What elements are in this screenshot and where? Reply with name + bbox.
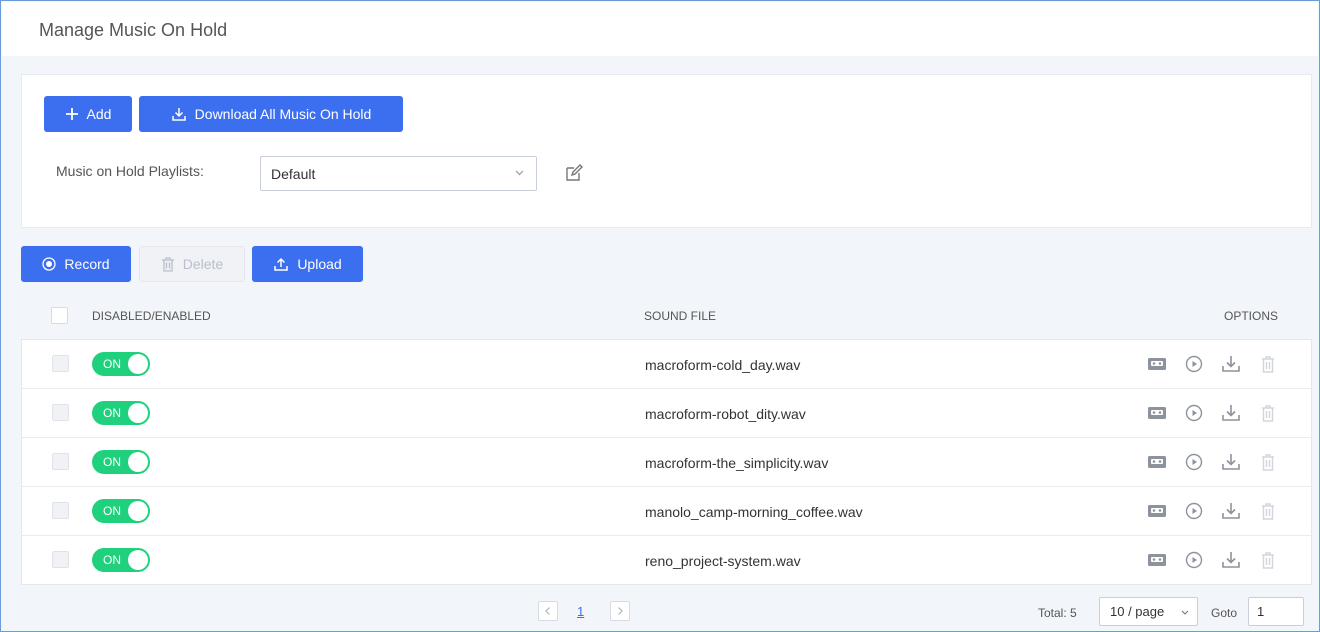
table-header: DISABLED/ENABLED SOUND FILE OPTIONS <box>21 297 1312 333</box>
enable-toggle[interactable]: ON <box>92 401 150 425</box>
page-number[interactable]: 1 <box>577 604 584 619</box>
trash-icon <box>161 256 174 272</box>
delete-button-label: Delete <box>182 256 224 272</box>
download-icon[interactable] <box>1220 549 1242 571</box>
total-count: Total: 5 <box>1038 606 1077 620</box>
playlist-panel: Add Download All Music On Hold Music on … <box>21 74 1312 228</box>
enable-toggle[interactable]: ON <box>92 450 150 474</box>
record-button[interactable]: Record <box>21 246 131 282</box>
cassette-icon[interactable] <box>1146 549 1168 571</box>
trash-icon[interactable] <box>1257 402 1279 424</box>
sound-file-name: macroform-cold_day.wav <box>645 357 801 373</box>
sound-file-name: reno_project-system.wav <box>645 553 801 569</box>
table-row: ON reno_project-system.wav <box>22 536 1311 585</box>
play-icon[interactable] <box>1183 353 1205 375</box>
row-checkbox[interactable] <box>52 502 69 519</box>
upload-button-label: Upload <box>297 256 342 272</box>
cassette-icon[interactable] <box>1146 451 1168 473</box>
table-row: ON macroform-the_simplicity.wav <box>22 438 1311 487</box>
app-frame: Manage Music On Hold Add Download All Mu… <box>0 0 1320 632</box>
page-size-value: 10 / page <box>1110 604 1165 619</box>
table-row: ON macroform-robot_dity.wav <box>22 389 1311 438</box>
toggle-knob <box>128 354 148 374</box>
delete-button[interactable]: Delete <box>139 246 245 282</box>
record-button-label: Record <box>64 256 110 272</box>
next-page-button[interactable] <box>610 601 630 621</box>
chevron-down-icon <box>1181 610 1189 615</box>
trash-icon[interactable] <box>1257 500 1279 522</box>
column-sound-file: SOUND FILE <box>644 309 717 323</box>
sound-file-table: ON macroform-cold_day.wav ON macroform-robo… <box>21 339 1312 585</box>
download-icon[interactable] <box>1220 402 1242 424</box>
table-row: ON macroform-cold_day.wav <box>22 340 1311 389</box>
toggle-label: ON <box>103 455 121 469</box>
cassette-icon[interactable] <box>1146 402 1168 424</box>
chevron-right-icon <box>618 607 623 615</box>
page-size-select[interactable]: 10 / page <box>1099 597 1198 626</box>
trash-icon[interactable] <box>1257 451 1279 473</box>
download-icon[interactable] <box>1220 500 1242 522</box>
toggle-label: ON <box>103 357 121 371</box>
row-checkbox[interactable] <box>52 404 69 421</box>
plus-icon <box>65 108 78 120</box>
play-icon[interactable] <box>1183 451 1205 473</box>
toggle-knob <box>128 501 148 521</box>
cassette-icon[interactable] <box>1146 353 1168 375</box>
column-status: DISABLED/ENABLED <box>92 309 211 323</box>
goto-label: Goto <box>1211 606 1238 620</box>
download-icon <box>171 108 186 121</box>
upload-icon <box>274 257 289 271</box>
toggle-label: ON <box>103 504 121 518</box>
enable-toggle[interactable]: ON <box>92 499 150 523</box>
trash-icon[interactable] <box>1257 353 1279 375</box>
download-icon[interactable] <box>1220 353 1242 375</box>
row-checkbox[interactable] <box>52 453 69 470</box>
page-header: Manage Music On Hold <box>2 2 1318 56</box>
sound-file-name: manolo_camp-morning_coffee.wav <box>645 504 863 520</box>
page-title: Manage Music On Hold <box>39 20 228 40</box>
cassette-icon[interactable] <box>1146 500 1168 522</box>
sound-file-name: macroform-robot_dity.wav <box>645 406 806 422</box>
chevron-left-icon <box>545 607 550 615</box>
goto-input[interactable]: 1 <box>1248 597 1304 626</box>
play-icon[interactable] <box>1183 549 1205 571</box>
row-options <box>1146 353 1279 375</box>
trash-icon[interactable] <box>1257 549 1279 571</box>
prev-page-button[interactable] <box>538 601 558 621</box>
playlist-label: Music on Hold Playlists: <box>56 163 204 179</box>
record-icon <box>42 257 57 271</box>
edit-icon[interactable] <box>564 163 584 186</box>
goto-input-value: 1 <box>1257 604 1265 619</box>
download-all-label: Download All Music On Hold <box>194 106 372 122</box>
upload-button[interactable]: Upload <box>252 246 363 282</box>
toggle-knob <box>128 403 148 423</box>
playlist-select[interactable]: Default <box>260 156 537 191</box>
row-checkbox[interactable] <box>52 355 69 372</box>
add-button-label: Add <box>86 106 112 122</box>
column-options: OPTIONS <box>1224 309 1279 323</box>
row-checkbox[interactable] <box>52 551 69 568</box>
play-icon[interactable] <box>1183 500 1205 522</box>
select-all-checkbox[interactable] <box>51 307 68 324</box>
row-options <box>1146 549 1279 571</box>
playlist-select-value: Default <box>271 166 316 182</box>
row-options <box>1146 451 1279 473</box>
toggle-label: ON <box>103 406 121 420</box>
table-row: ON manolo_camp-morning_coffee.wav <box>22 487 1311 536</box>
sound-file-name: macroform-the_simplicity.wav <box>645 455 829 471</box>
row-options <box>1146 500 1279 522</box>
toggle-knob <box>128 550 148 570</box>
play-icon[interactable] <box>1183 402 1205 424</box>
download-icon[interactable] <box>1220 451 1242 473</box>
enable-toggle[interactable]: ON <box>92 548 150 572</box>
enable-toggle[interactable]: ON <box>92 352 150 376</box>
row-options <box>1146 402 1279 424</box>
add-button[interactable]: Add <box>44 96 132 132</box>
toggle-label: ON <box>103 553 121 567</box>
toggle-knob <box>128 452 148 472</box>
chevron-down-icon <box>515 170 524 176</box>
download-all-button[interactable]: Download All Music On Hold <box>139 96 403 132</box>
